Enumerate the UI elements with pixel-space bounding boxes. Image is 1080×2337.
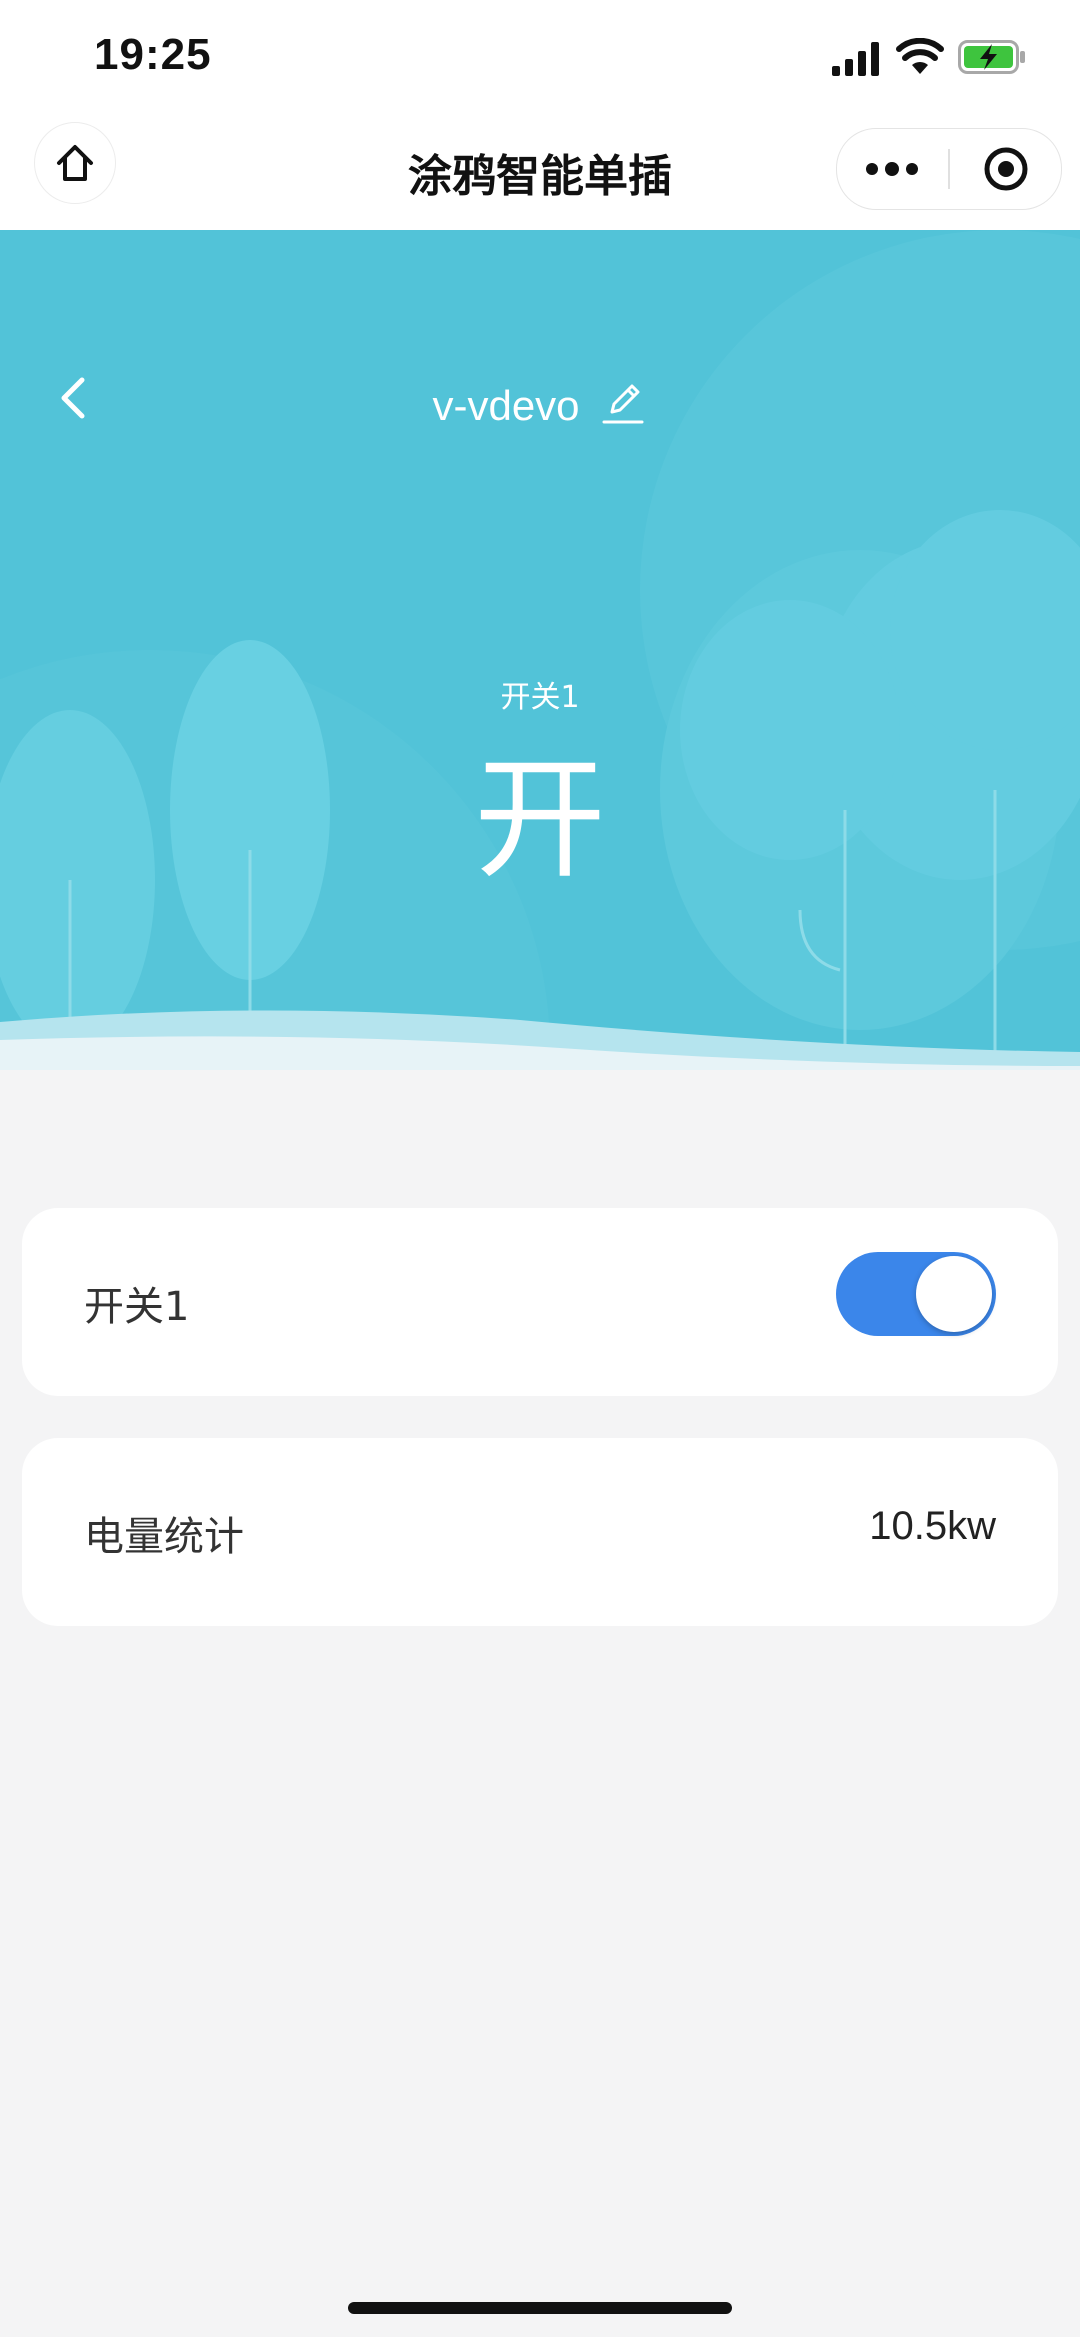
more-icon bbox=[866, 162, 918, 176]
energy-row[interactable]: 电量统计 10.5kw bbox=[22, 1438, 1058, 1626]
battery-charging-icon bbox=[958, 40, 1025, 74]
signal-icon bbox=[832, 42, 879, 76]
switch-toggle[interactable] bbox=[836, 1252, 996, 1336]
energy-row-label: 电量统计 bbox=[84, 1514, 244, 1560]
home-indicator bbox=[348, 2302, 732, 2314]
hero-background-illustration bbox=[0, 230, 1080, 1070]
capsule-divider bbox=[948, 149, 950, 189]
close-target-icon bbox=[984, 147, 1028, 191]
close-button[interactable] bbox=[951, 129, 1061, 209]
wifi-icon bbox=[896, 38, 944, 74]
status-time: 19:25 bbox=[94, 30, 212, 79]
switch-row-label: 开关1 bbox=[84, 1284, 190, 1330]
edit-pencil-icon[interactable] bbox=[600, 378, 648, 426]
energy-row-value: 10.5kw bbox=[869, 1504, 996, 1548]
nav-bar: 涂鸦智能单插 bbox=[0, 118, 1080, 230]
hero-switch-state: 开 bbox=[474, 743, 606, 897]
device-name[interactable]: v-vdevo bbox=[0, 378, 1080, 430]
switch-row: 开关1 bbox=[22, 1208, 1058, 1396]
hero-banner: v-vdevo 开关1 开 bbox=[0, 230, 1080, 1070]
more-button[interactable] bbox=[837, 129, 947, 209]
hero-switch-label: 开关1 bbox=[500, 680, 580, 715]
device-name-text: v-vdevo bbox=[432, 382, 580, 429]
toggle-knob bbox=[916, 1256, 992, 1332]
menu-capsule bbox=[836, 128, 1062, 210]
status-bar: 19:25 bbox=[0, 0, 1080, 118]
